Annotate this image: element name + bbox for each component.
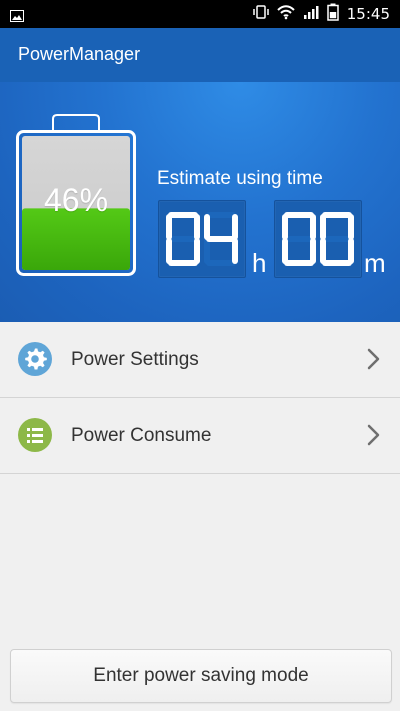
power-consume-item[interactable]: Power Consume: [0, 398, 400, 474]
status-icons: 15:45: [253, 3, 390, 25]
power-settings-item[interactable]: Power Settings: [0, 322, 400, 398]
hours-digits: [166, 212, 238, 266]
app-title: PowerManager: [18, 44, 141, 64]
minutes-display: [274, 200, 362, 278]
hours-unit: h: [252, 248, 267, 278]
vibrate-icon: [253, 4, 269, 24]
hours-display: [158, 200, 246, 278]
status-time: 15:45: [346, 5, 390, 23]
estimate-label: Estimate using time: [157, 168, 323, 189]
battery-percent: 46%: [43, 182, 109, 218]
enter-power-saving-mode-button[interactable]: Enter power saving mode: [10, 649, 392, 703]
minutes-unit: m: [364, 248, 386, 278]
minutes-digits: [282, 212, 354, 266]
gear-icon: [17, 341, 53, 377]
power-settings-label: Power Settings: [71, 349, 199, 370]
battery-status-panel: 46% Estimate using time h m: [0, 82, 400, 322]
chevron-right-icon: [366, 424, 382, 446]
battery-icon: [327, 3, 339, 25]
app-bar: PowerManager: [0, 28, 400, 82]
status-bar: 15:45: [0, 0, 400, 28]
chevron-right-icon: [366, 348, 382, 370]
picture-icon: [10, 7, 24, 22]
power-consume-label: Power Consume: [71, 425, 212, 446]
battery-level-graphic: 46%: [16, 114, 136, 276]
list-icon: [17, 417, 53, 453]
wifi-icon: [277, 4, 295, 24]
signal-icon: [303, 4, 319, 24]
